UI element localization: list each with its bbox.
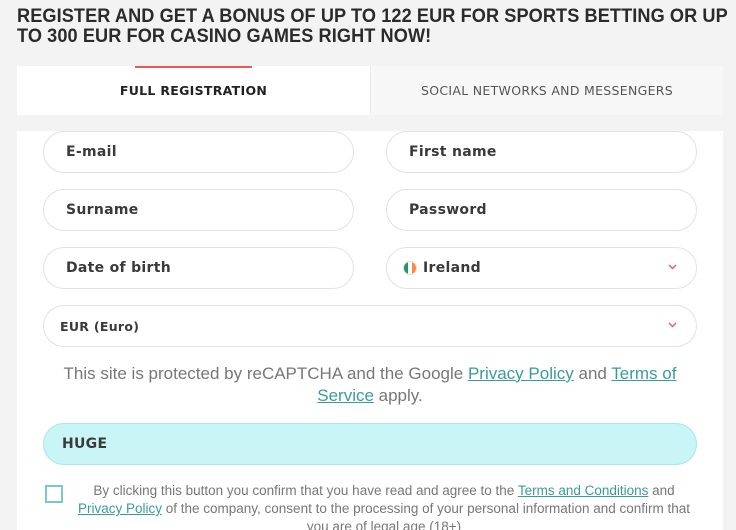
date-of-birth-field[interactable]: Date of birth	[43, 247, 354, 289]
password-placeholder: Password	[409, 202, 487, 218]
email-field[interactable]: E-mail	[43, 131, 354, 173]
registration-tabs: FULL REGISTRATION SOCIAL NETWORKS AND ME…	[17, 66, 723, 115]
consent-text: By clicking this button you confirm that…	[75, 482, 693, 530]
consent-checkbox[interactable]	[45, 485, 63, 503]
date-of-birth-placeholder: Date of birth	[66, 260, 171, 276]
consent-prefix: By clicking this button you confirm that…	[93, 483, 518, 498]
consent-and: and	[648, 483, 675, 498]
recaptcha-notice: This site is protected by reCAPTCHA and …	[57, 363, 683, 407]
tab-full-registration[interactable]: FULL REGISTRATION	[17, 66, 370, 115]
page-headline: REGISTER AND GET A BONUS OF UP TO 122 EU…	[17, 5, 728, 47]
promo-code-field[interactable]: HUGE	[43, 423, 697, 465]
registration-form: E-mail First name Surname Password Date …	[17, 131, 723, 530]
promo-code-value: HUGE	[62, 436, 108, 452]
chevron-down-icon	[666, 261, 678, 273]
currency-value: EUR (Euro)	[60, 318, 140, 334]
ireland-flag-icon	[403, 261, 417, 275]
country-value: Ireland	[423, 260, 481, 276]
country-select[interactable]: Ireland	[386, 247, 697, 289]
password-field[interactable]: Password	[386, 189, 697, 231]
chevron-down-icon	[666, 319, 678, 331]
surname-field[interactable]: Surname	[43, 189, 354, 231]
recaptcha-suffix: apply.	[373, 386, 423, 405]
recaptcha-and: and	[573, 364, 612, 383]
currency-select[interactable]: EUR (Euro)	[43, 305, 697, 347]
email-placeholder: E-mail	[66, 144, 117, 160]
surname-placeholder: Surname	[66, 202, 139, 218]
tab-social-networks[interactable]: SOCIAL NETWORKS AND MESSENGERS	[370, 66, 723, 115]
first-name-placeholder: First name	[409, 144, 497, 160]
recaptcha-prefix: This site is protected by reCAPTCHA and …	[63, 364, 468, 383]
first-name-field[interactable]: First name	[386, 131, 697, 173]
recaptcha-privacy-link[interactable]: Privacy Policy	[468, 364, 574, 383]
consent-terms-link[interactable]: Terms and Conditions	[518, 483, 649, 498]
consent-suffix: of the company, consent to the processin…	[161, 501, 691, 530]
consent-privacy-link[interactable]: Privacy Policy	[78, 501, 162, 516]
